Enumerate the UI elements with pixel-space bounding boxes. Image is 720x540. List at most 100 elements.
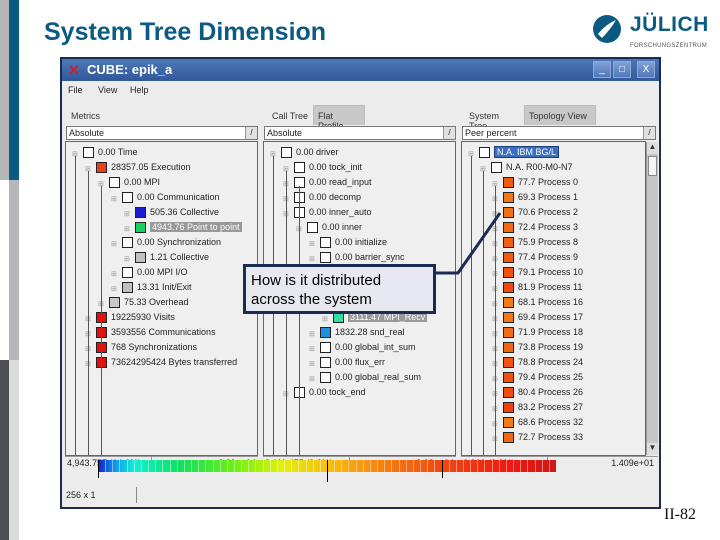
tree-row[interactable]: ⊞ 0.00 tock_end bbox=[283, 386, 366, 400]
tree-row[interactable]: ⊞ 13.31 Init/Exit bbox=[111, 281, 192, 295]
tree-row[interactable]: ⊞ 0.00 barrier_sync bbox=[309, 251, 405, 265]
expand-toggle-icon[interactable]: ⊞ bbox=[124, 253, 132, 263]
tree-row[interactable]: ⊞ 0.00 global_real_sum bbox=[309, 371, 421, 385]
expand-toggle-icon[interactable]: ⊞ bbox=[85, 328, 93, 338]
metrics-tree[interactable]: ⊞ 0.00 Time ⊞ 28357.05 Execution ⊞ 0.00 MPI ⊞ 0… bbox=[65, 141, 258, 456]
tab-metrics[interactable]: Metrics bbox=[66, 105, 106, 125]
scroll-down-icon[interactable]: ▼ bbox=[647, 443, 658, 455]
menu-help[interactable]: Help bbox=[130, 85, 149, 95]
menu-view[interactable]: View bbox=[98, 85, 117, 95]
expand-toggle-icon[interactable]: ⊞ bbox=[309, 358, 317, 368]
expand-toggle-icon[interactable]: ⊞ bbox=[492, 433, 500, 443]
expand-toggle-icon[interactable]: ⊞ bbox=[309, 253, 317, 263]
window-titlebar[interactable]: ✕ CUBE: epik_a _ □ X bbox=[62, 59, 659, 81]
close-button[interactable]: X bbox=[637, 61, 655, 78]
expand-toggle-icon[interactable]: ⊞ bbox=[111, 193, 119, 203]
expand-toggle-icon[interactable]: ⊞ bbox=[492, 343, 500, 353]
tab-topology-view[interactable]: Topology View bbox=[524, 105, 596, 125]
tree-row[interactable]: ⊞ 77.7 Process 0 bbox=[492, 176, 578, 190]
menu-file[interactable]: File bbox=[68, 85, 83, 95]
expand-toggle-icon[interactable]: ⊞ bbox=[283, 388, 291, 398]
tab-flat-profile[interactable]: Flat Profile bbox=[313, 105, 365, 131]
expand-toggle-icon[interactable]: ⊞ bbox=[111, 268, 119, 278]
tab-system-tree[interactable]: System Tree bbox=[464, 105, 524, 131]
tree-row[interactable]: ⊞ 80.4 Process 26 bbox=[492, 386, 583, 400]
expand-toggle-icon[interactable]: ⊞ bbox=[283, 178, 291, 188]
tree-row[interactable]: ⊞ 28357.05 Execution bbox=[85, 161, 191, 175]
expand-toggle-icon[interactable]: ⊞ bbox=[492, 328, 500, 338]
tree-row[interactable]: ⊞ 83.2 Process 27 bbox=[492, 401, 583, 415]
expand-toggle-icon[interactable]: ⊞ bbox=[98, 178, 106, 188]
tree-row[interactable]: ⊞ N.A. R00-M0-N7 bbox=[480, 161, 573, 175]
expand-toggle-icon[interactable]: ⊞ bbox=[492, 268, 500, 278]
tree-row[interactable]: ⊞ 69.3 Process 1 bbox=[492, 191, 578, 205]
expand-toggle-icon[interactable]: ⊞ bbox=[492, 388, 500, 398]
tab-call-tree[interactable]: Call Tree bbox=[267, 105, 313, 125]
expand-toggle-icon[interactable]: ⊞ bbox=[492, 373, 500, 383]
tree-row[interactable]: ⊞ 505.36 Collective bbox=[124, 206, 219, 220]
tree-row[interactable]: ⊞ 0.00 MPI bbox=[98, 176, 160, 190]
tree-row[interactable]: ⊞ 68.1 Process 16 bbox=[492, 296, 583, 310]
tree-row[interactable]: ⊞ 72.7 Process 33 bbox=[492, 431, 583, 445]
tree-row[interactable]: ⊞ 75.33 Overhead bbox=[98, 296, 189, 310]
scroll-thumb[interactable] bbox=[648, 156, 657, 176]
tree-row[interactable]: ⊞ 73624295424 Bytes transferred bbox=[85, 356, 237, 370]
system-tree[interactable]: ⊞ N.A. IBM BG/L ⊞ N.A. R00-M0-N7 ⊞ 77.7 Proce… bbox=[461, 141, 646, 456]
expand-toggle-icon[interactable]: ⊞ bbox=[492, 313, 500, 323]
expand-toggle-icon[interactable]: ⊞ bbox=[85, 358, 93, 368]
system-tree-scrollbar[interactable]: ▲ ▼ bbox=[646, 142, 658, 455]
expand-toggle-icon[interactable]: ⊞ bbox=[124, 208, 132, 218]
tree-row[interactable]: ⊞ 68.6 Process 32 bbox=[492, 416, 583, 430]
expand-toggle-icon[interactable]: ⊞ bbox=[492, 178, 500, 188]
expand-toggle-icon[interactable]: ⊞ bbox=[111, 238, 119, 248]
expand-toggle-icon[interactable]: ⊞ bbox=[492, 253, 500, 263]
scroll-up-icon[interactable]: ▲ bbox=[647, 142, 658, 154]
tree-row[interactable]: ⊞ 1.21 Collective bbox=[124, 251, 209, 265]
tree-row[interactable]: ⊞ 0.00 read_input bbox=[283, 176, 372, 190]
tree-row[interactable]: ⊞ 19225930 Visits bbox=[85, 311, 175, 325]
expand-toggle-icon[interactable]: ⊞ bbox=[283, 163, 291, 173]
tree-row[interactable]: ⊞ 0.00 MPI I/O bbox=[111, 266, 188, 280]
tree-row[interactable]: ⊞ 0.00 Communication bbox=[111, 191, 220, 205]
system-mode-select[interactable]: Peer percent / bbox=[462, 126, 656, 140]
expand-toggle-icon[interactable]: ⊞ bbox=[283, 208, 291, 218]
tree-row[interactable]: ⊞ 81.9 Process 11 bbox=[492, 281, 582, 295]
tree-row[interactable]: ⊞ 71.9 Process 18 bbox=[492, 326, 583, 340]
expand-toggle-icon[interactable]: ⊞ bbox=[492, 358, 500, 368]
expand-toggle-icon[interactable]: ⊞ bbox=[492, 193, 500, 203]
tree-row[interactable]: ⊞ 0.00 inner_auto bbox=[283, 206, 372, 220]
expand-toggle-icon[interactable]: ⊞ bbox=[85, 163, 93, 173]
expand-toggle-icon[interactable]: ⊞ bbox=[85, 313, 93, 323]
tree-row[interactable]: ⊞ 0.00 driver bbox=[270, 146, 339, 160]
tree-row[interactable]: ⊞ 0.00 global_int_sum bbox=[309, 341, 416, 355]
tree-row[interactable]: ⊞ 0.00 Time bbox=[72, 146, 138, 160]
tree-row[interactable]: ⊞ 73.8 Process 19 bbox=[492, 341, 583, 355]
tree-row[interactable]: ⊞ 0.00 tock_init bbox=[283, 161, 362, 175]
expand-toggle-icon[interactable]: ⊞ bbox=[492, 208, 500, 218]
expand-toggle-icon[interactable]: ⊞ bbox=[296, 223, 304, 233]
expand-toggle-icon[interactable]: ⊞ bbox=[492, 238, 500, 248]
expand-toggle-icon[interactable]: ⊞ bbox=[468, 148, 476, 158]
tree-row[interactable]: ⊞ 70.6 Process 2 bbox=[492, 206, 578, 220]
tree-row[interactable]: ⊞ 69.4 Process 17 bbox=[492, 311, 583, 325]
tree-row[interactable]: ⊞ N.A. IBM BG/L bbox=[468, 146, 560, 160]
minimize-button[interactable]: _ bbox=[593, 61, 611, 78]
dropdown-arrow-icon[interactable]: / bbox=[443, 127, 455, 139]
expand-toggle-icon[interactable]: ⊞ bbox=[492, 418, 500, 428]
tree-row[interactable]: ⊞ 79.1 Process 10 bbox=[492, 266, 583, 280]
tree-row[interactable]: ⊞ 0.00 Synchronization bbox=[111, 236, 221, 250]
tree-row[interactable]: ⊞ 79.4 Process 25 bbox=[492, 371, 583, 385]
tree-row[interactable]: ⊞ 78.8 Process 24 bbox=[492, 356, 583, 370]
tree-row[interactable]: ⊞ 75.9 Process 8 bbox=[492, 236, 578, 250]
tree-row[interactable]: ⊞ 3593556 Communications bbox=[85, 326, 216, 340]
maximize-button[interactable]: □ bbox=[613, 61, 631, 78]
calltree-mode-select[interactable]: Absolute / bbox=[264, 126, 456, 140]
expand-toggle-icon[interactable]: ⊞ bbox=[492, 283, 500, 293]
tree-row[interactable]: ⊞ 77.4 Process 9 bbox=[492, 251, 578, 265]
expand-toggle-icon[interactable]: ⊞ bbox=[270, 148, 278, 158]
tree-row[interactable]: ⊞ 1832.28 snd_real bbox=[309, 326, 405, 340]
expand-toggle-icon[interactable]: ⊞ bbox=[322, 313, 330, 323]
tree-row[interactable]: ⊞ 0.00 inner bbox=[296, 221, 362, 235]
expand-toggle-icon[interactable]: ⊞ bbox=[492, 223, 500, 233]
expand-toggle-icon[interactable]: ⊞ bbox=[480, 163, 488, 173]
